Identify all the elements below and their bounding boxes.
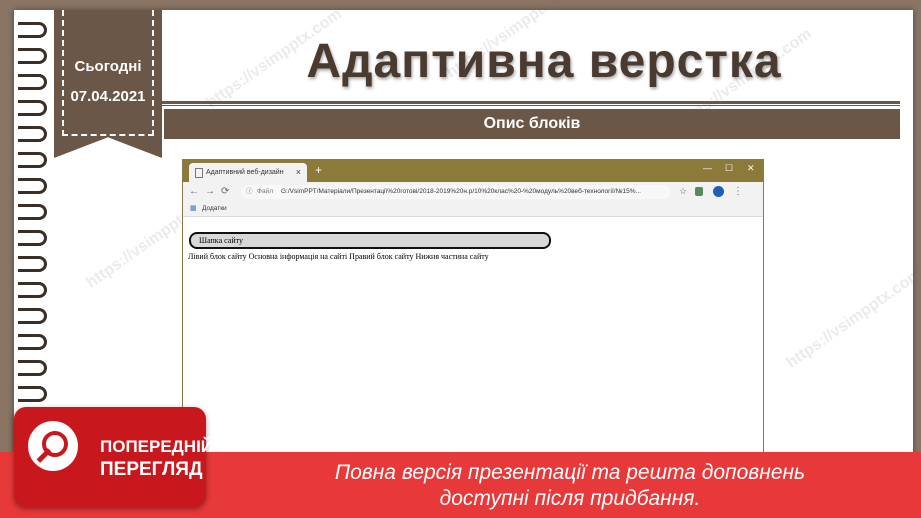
date-label: 07.04.2021 xyxy=(70,88,146,105)
binding-ring xyxy=(18,22,47,38)
preview-badge[interactable]: ПОПЕРЕДНІЙ ПЕРЕГЛЯД xyxy=(14,407,213,507)
binding-ring xyxy=(18,308,47,324)
binding-ring xyxy=(18,48,47,64)
star-icon[interactable]: ☆ xyxy=(679,186,687,197)
magnifier-icon xyxy=(28,421,78,471)
close-tab-icon[interactable]: × xyxy=(296,167,301,177)
purchase-notice-line2: доступні після придбання. xyxy=(439,487,701,510)
maximize-button[interactable]: ☐ xyxy=(725,163,733,174)
close-window-button[interactable]: ✕ xyxy=(747,163,755,174)
apps-grid-icon: ▦ xyxy=(190,205,197,212)
binding-ring xyxy=(18,100,47,116)
address-bar[interactable]: ⓘ Файл G:/VsimPPT/Матеріали/Презентації%… xyxy=(241,185,671,199)
forward-arrow-icon[interactable]: → xyxy=(205,186,215,197)
binding-ring xyxy=(18,386,47,402)
subtitle-bar: Опис блоків xyxy=(164,109,900,139)
info-icon[interactable]: ⓘ xyxy=(246,185,253,199)
reload-icon[interactable]: ⟳ xyxy=(221,186,229,197)
binding-ring xyxy=(18,152,47,168)
binding-ring xyxy=(18,256,47,272)
binding-ring xyxy=(18,178,47,194)
presentation-page: https://vsimpptx.com https://vsimpptx.co… xyxy=(0,0,921,518)
binding-ring xyxy=(18,230,47,246)
bookmarks-bar: ▦ Додатки xyxy=(183,202,763,217)
document-icon xyxy=(195,168,203,178)
browser-window: Адаптивний веб-дизайн × + — ☐ ✕ ← → ⟳ ⓘ … xyxy=(182,159,764,461)
new-tab-button[interactable]: + xyxy=(315,163,322,177)
slide-title: Адаптивна верстка xyxy=(306,35,782,88)
tab-title: Адаптивний веб-дизайн xyxy=(206,169,284,176)
site-header-block: Шапка сайту xyxy=(189,232,551,249)
binding-ring xyxy=(18,334,47,350)
menu-dots-icon[interactable]: ⋮ xyxy=(733,186,743,197)
tab-bar: Адаптивний веб-дизайн × + — ☐ ✕ xyxy=(183,160,763,182)
back-arrow-icon[interactable]: ← xyxy=(189,186,199,197)
protocol-label: Файл xyxy=(257,188,273,195)
title-divider xyxy=(160,101,900,104)
watermark: https://vsimpptx.com xyxy=(783,265,921,372)
binding-ring xyxy=(18,74,47,90)
title-divider-thin xyxy=(160,105,900,106)
site-blocks-text: Лівий блок сайту Основна інформація на с… xyxy=(188,252,489,261)
preview-title-line2: ПЕРЕГЛЯД xyxy=(100,459,203,480)
purchase-notice-line1: Повна версія презентації та решта доповн… xyxy=(334,461,806,484)
binding-ring xyxy=(18,360,47,376)
minimize-button[interactable]: — xyxy=(703,163,712,173)
today-label: Сьогодні xyxy=(74,58,142,75)
binding-ring xyxy=(18,204,47,220)
binding-ring xyxy=(18,282,47,298)
binding-ring xyxy=(18,126,47,142)
page-content: Шапка сайту Лівий блок сайту Основна інф… xyxy=(183,217,763,460)
url-text: G:/VsimPPT/Матеріали/Презентації%20готов… xyxy=(281,188,641,195)
extension-icon[interactable] xyxy=(695,187,703,196)
bookmark-apps[interactable]: Додатки xyxy=(202,205,227,212)
preview-title-line1: ПОПЕРЕДНІЙ xyxy=(100,437,214,456)
address-row: ← → ⟳ ⓘ Файл G:/VsimPPT/Матеріали/Презен… xyxy=(183,182,763,202)
browser-tab[interactable]: Адаптивний веб-дизайн × xyxy=(189,163,307,182)
date-banner: Сьогодні 07.04.2021 xyxy=(54,10,162,158)
profile-avatar[interactable] xyxy=(713,186,724,197)
